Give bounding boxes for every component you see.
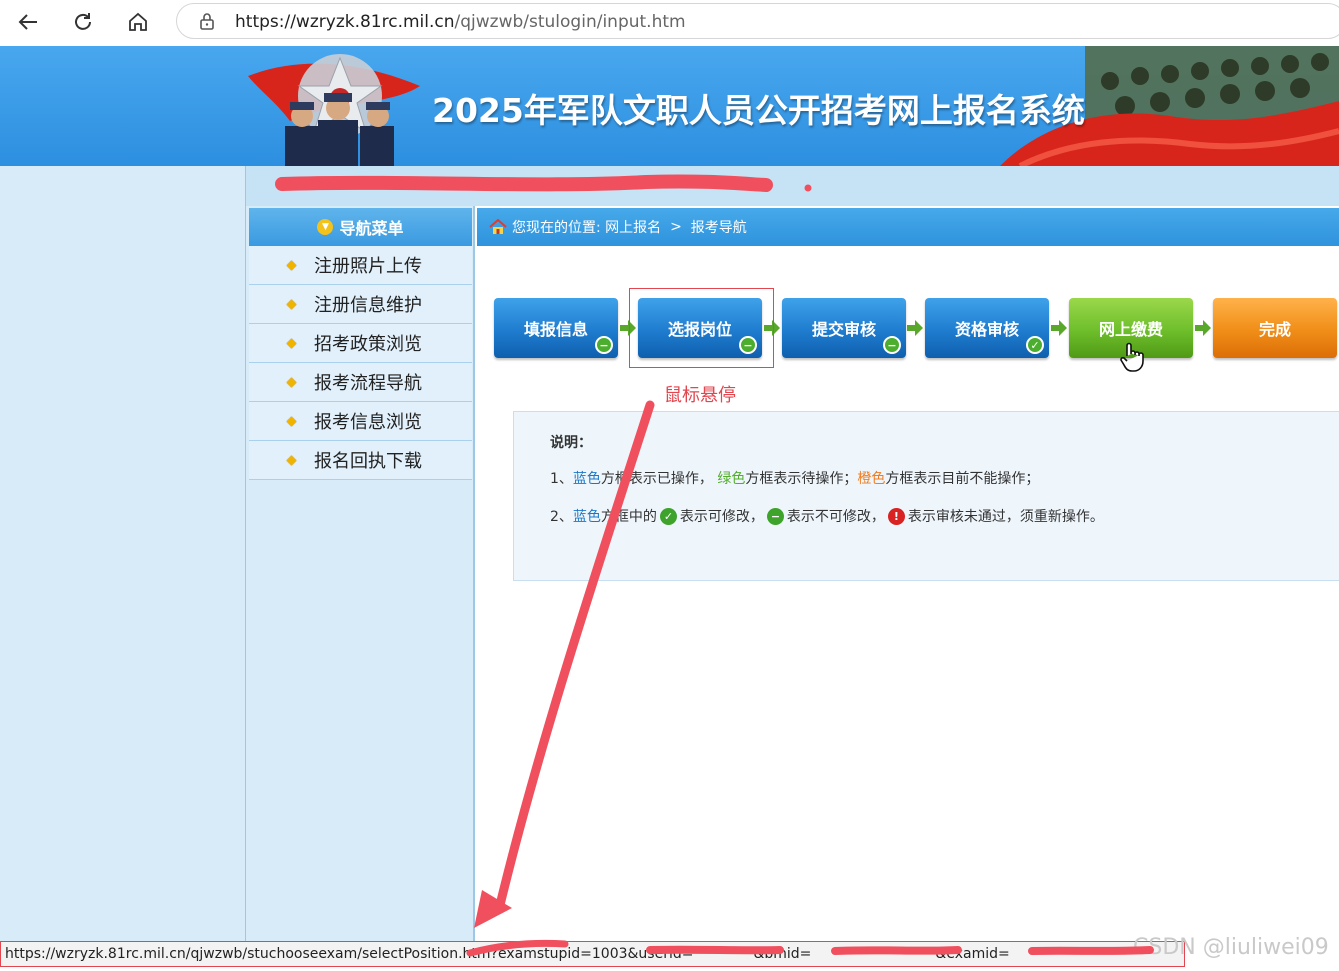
line-text: 方框表示目前不能操作；: [885, 471, 1040, 487]
explanation-line-2: 2、 蓝色 方框中的 ✓ 表示可修改， − 表示不可修改， ! 表示审核未通过，…: [550, 506, 1104, 526]
sidebar-header: ▼ 导航菜单: [249, 208, 472, 246]
explanation-title: 说明：: [550, 435, 592, 451]
blue-word: 蓝色: [572, 471, 601, 487]
house-icon: [489, 219, 507, 234]
status-url-part2: &bmid=: [753, 946, 812, 962]
bullet-icon: [286, 338, 297, 348]
line-text: 方框中的: [600, 509, 657, 525]
arrow-right-icon: [1195, 320, 1211, 336]
address-bar[interactable]: https://wzryzk.81rc.mil.cn/qjwzwb/stulog…: [176, 3, 1339, 39]
breadcrumb-prefix: 您现在的位置:: [512, 220, 601, 236]
minus-icon: −: [595, 336, 613, 354]
line-text: 表示不可修改，: [786, 509, 885, 525]
sidebar-item-label: 报考信息浏览: [314, 412, 422, 433]
sidebar-item-policy[interactable]: 招考政策浏览: [249, 324, 472, 363]
sidebar-item-exam-info[interactable]: 报考信息浏览: [249, 402, 472, 441]
bullet-icon: [286, 377, 297, 387]
line-text: 表示可修改，: [679, 509, 764, 525]
redaction-scribble: [275, 174, 812, 192]
bullet-icon: [286, 299, 297, 309]
sidebar-item-receipt-download[interactable]: 报名回执下载: [249, 441, 472, 480]
hover-highlight-frame: [629, 288, 774, 368]
sidebar-item-label: 注册信息维护: [314, 295, 422, 316]
step-complete-button[interactable]: 完成: [1213, 298, 1337, 358]
sidebar-header-label: 导航菜单: [339, 219, 404, 238]
browser-status-bar: https://wzryzk.81rc.mil.cn/qjwzwb/stucho…: [0, 941, 1185, 967]
explanation-box: 说明： 1、 蓝色 方框表示已操作， 绿色 方框表示待操作； 橙色 方框表示目前…: [513, 411, 1339, 581]
blue-word: 蓝色: [572, 509, 601, 525]
breadcrumb-level1[interactable]: 网上报名: [605, 217, 661, 237]
orange-word: 橙色: [857, 471, 886, 487]
step-fill-info-button[interactable]: 填报信息 −: [494, 298, 618, 358]
line-text: 方框表示待操作；: [745, 471, 858, 487]
reload-icon[interactable]: [67, 6, 99, 38]
sidebar-item-label: 报名回执下载: [314, 451, 422, 472]
sidebar-item-label: 注册照片上传: [314, 256, 422, 277]
left-margin-panel: [0, 166, 246, 941]
step-label: 网上缴费: [1098, 320, 1163, 339]
url-host: https://wzryzk.81rc.mil.cn: [235, 12, 455, 32]
main-content: 您现在的位置: 网上报名 > 报考导航 填报信息 − 选报岗位 − 提交审核 −…: [477, 206, 1339, 941]
green-word: 绿色: [717, 471, 746, 487]
step-label: 资格审核: [954, 320, 1019, 339]
arrow-right-icon: [1051, 320, 1067, 336]
line-number: 1、: [550, 471, 573, 487]
site-banner: 2025年军队文职人员公开招考网上报名系统: [0, 46, 1339, 166]
check-circle-icon: ✓: [659, 507, 677, 525]
sidebar: ▼ 导航菜单 注册照片上传 注册信息维护 招考政策浏览 报考流程导航 报考信息浏…: [246, 206, 475, 941]
line-text: 方框表示已操作，: [600, 471, 713, 487]
line-number: 2、: [550, 509, 573, 525]
minus-circle-icon: −: [766, 507, 784, 525]
banner-title: 2025年军队文职人员公开招考网上报名系统: [432, 91, 1085, 130]
line-text: 表示审核未通过，须重新操作。: [907, 509, 1104, 525]
explanation-line-1: 1、 蓝色 方框表示已操作， 绿色 方框表示待操作； 橙色 方框表示目前不能操作…: [550, 468, 1039, 488]
breadcrumb-separator: >: [670, 219, 682, 235]
arrow-right-icon: [907, 320, 923, 336]
sidebar-item-process-nav[interactable]: 报考流程导航: [249, 363, 472, 402]
url-text: https://wzryzk.81rc.mil.cn/qjwzwb/stulog…: [235, 12, 686, 32]
step-qualification-review-button[interactable]: 资格审核 ✓: [925, 298, 1049, 358]
bullet-icon: [286, 260, 297, 270]
step-label: 完成: [1258, 320, 1291, 339]
minus-icon: −: [883, 336, 901, 354]
url-path: /qjwzwb/stulogin/input.htm: [454, 12, 686, 32]
step-label: 填报信息: [523, 320, 588, 339]
hover-annotation: 鼠标悬停: [664, 385, 736, 406]
watermark: CSDN @liuliwei09: [1133, 935, 1329, 960]
hand-cursor-icon: [1120, 342, 1144, 372]
breadcrumb-level2: 报考导航: [690, 220, 747, 236]
status-url: https://wzryzk.81rc.mil.cn/qjwzwb/stucho…: [5, 946, 694, 962]
sidebar-item-label: 招考政策浏览: [314, 334, 422, 355]
chevron-down-icon: ▼: [317, 219, 334, 235]
bullet-icon: [286, 416, 297, 426]
lock-icon: [200, 13, 214, 30]
bullet-icon: [286, 455, 297, 465]
sidebar-item-info-maintenance[interactable]: 注册信息维护: [249, 285, 472, 324]
back-icon[interactable]: [12, 6, 44, 38]
step-label: 提交审核: [811, 320, 876, 339]
breadcrumb: 您现在的位置: 网上报名 > 报考导航: [477, 208, 1339, 246]
home-icon[interactable]: [122, 6, 154, 38]
step-submit-review-button[interactable]: 提交审核 −: [782, 298, 906, 358]
sidebar-item-label: 报考流程导航: [314, 373, 422, 394]
sidebar-item-photo-upload[interactable]: 注册照片上传: [249, 246, 472, 285]
status-url-part3: &examid=: [935, 946, 1010, 962]
error-circle-icon: !: [887, 507, 905, 525]
browser-toolbar: https://wzryzk.81rc.mil.cn/qjwzwb/stulog…: [0, 0, 1339, 44]
user-info-bar: [246, 166, 1339, 206]
check-icon: ✓: [1026, 336, 1044, 354]
